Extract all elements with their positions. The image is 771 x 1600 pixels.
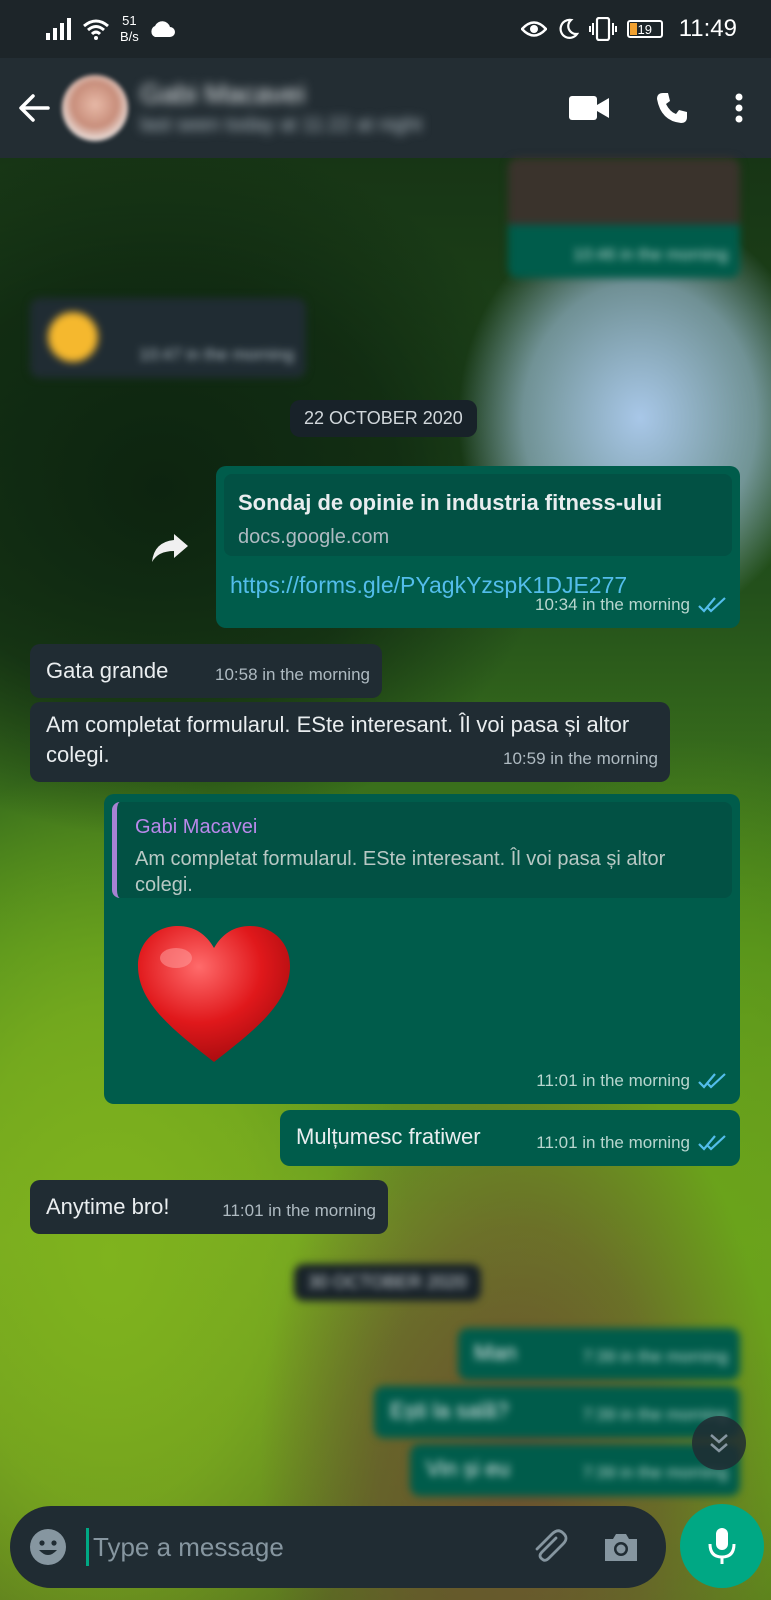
vibrate-icon (588, 17, 617, 41)
microphone-icon (708, 1528, 736, 1564)
outgoing-message[interactable]: Ești la sală? 7:39 in the morning (374, 1386, 740, 1438)
double-chevron-down-icon (710, 1434, 728, 1453)
time-text: 10:58 in the morning (215, 665, 370, 684)
status-bar: 51 B/s 19 11:49 (0, 0, 771, 58)
read-receipt-icon (698, 597, 726, 613)
quoted-message[interactable]: Gabi Macavei Am completat formularul. ES… (112, 802, 732, 898)
outgoing-message[interactable]: Mulțumesc fratiwer 11:01 in the morning (280, 1110, 740, 1166)
message-time: 7:39 in the morning (582, 1342, 728, 1372)
outgoing-reply-message[interactable]: Gabi Macavei Am completat formularul. ES… (104, 794, 740, 1104)
message-time: 10:46 in the morning (573, 240, 728, 270)
message-text: Ești la sală? (390, 1398, 509, 1423)
incoming-message[interactable]: Am completat formularul. ESte interesant… (30, 702, 670, 782)
time-text: 10:34 in the morning (535, 595, 690, 614)
net-speed-unit: B/s (120, 29, 139, 44)
eye-icon (520, 21, 547, 37)
time-text: 11:01 in the morning (536, 1133, 690, 1152)
battery-level: 19 (637, 21, 652, 37)
link-preview-title: Sondaj de opinie in industria fitness-ul… (238, 490, 663, 515)
message-time: 10:59 in the morning (503, 744, 658, 774)
time-text: 11:01 in the morning (222, 1201, 376, 1220)
laughing-emoji-icon (48, 312, 98, 362)
avatar[interactable] (62, 75, 128, 141)
link-preview[interactable]: Sondaj de opinie in industria fitness-ul… (224, 474, 732, 556)
date-chip: 22 OCTOBER 2020 (290, 400, 477, 437)
message-time: 10:34 in the morning (535, 590, 728, 620)
message-time: 10:58 in the morning (215, 660, 370, 690)
last-seen-status: last seen today at 11:22 at night (140, 114, 423, 136)
outgoing-message[interactable]: Vin și eu 7:39 in the morning (410, 1444, 740, 1496)
moon-icon (559, 18, 579, 39)
battery-icon: 19 (626, 20, 663, 38)
time-text: 7:39 in the morning (582, 1347, 728, 1366)
message-input[interactable] (93, 1531, 473, 1563)
time-text: 10:46 in the morning (573, 245, 728, 264)
back-arrow-icon[interactable] (16, 90, 52, 126)
chat-header: Gabi Macavei last seen today at 11:22 at… (0, 58, 771, 158)
attach-icon[interactable] (530, 1528, 568, 1566)
net-speed-value: 51 (122, 13, 137, 28)
read-receipt-icon (698, 1135, 726, 1151)
message-text: Mulțumesc fratiwer (296, 1124, 481, 1149)
date-chip: 30 OCTOBER 2020 (294, 1264, 481, 1301)
quoted-sender: Gabi Macavei (135, 816, 258, 838)
wifi-icon (83, 19, 109, 40)
network-speed: 51 B/s (120, 13, 139, 45)
outgoing-image-message[interactable]: 10:46 in the morning (508, 158, 740, 278)
quoted-text: Am completat formularul. ESte interesant… (135, 848, 666, 896)
signal-icon (46, 18, 71, 40)
heart-emoji-icon (138, 926, 290, 1062)
text-cursor (86, 1528, 89, 1566)
outgoing-link-message[interactable]: Sondaj de opinie in industria fitness-ul… (216, 466, 740, 628)
camera-icon[interactable] (602, 1531, 640, 1563)
message-time: 10:47 in the morning (139, 340, 294, 370)
message-composer (10, 1506, 666, 1588)
message-time: 11:01 in the morning (222, 1196, 376, 1226)
message-text: Anytime bro! (46, 1194, 170, 1219)
time-text: 11:01 in the morning (536, 1071, 690, 1090)
time-text: 10:59 in the morning (503, 749, 658, 768)
clock: 11:49 (678, 15, 737, 42)
incoming-emoji-message[interactable]: 10:47 in the morning (30, 298, 306, 378)
contact-name: Gabi Macavei (140, 79, 306, 109)
message-time: 11:01 in the morning (536, 1128, 728, 1158)
incoming-message[interactable]: Gata grande 10:58 in the morning (30, 644, 382, 698)
link-preview-domain: docs.google.com (238, 526, 390, 548)
voice-message-button[interactable] (680, 1504, 764, 1588)
time-text: 10:47 in the morning (139, 345, 294, 364)
message-text: Vin și eu (426, 1456, 510, 1481)
voice-call-icon[interactable] (655, 91, 689, 125)
cloud-icon (151, 21, 175, 37)
message-text: Gata grande (46, 658, 169, 683)
emoji-icon[interactable] (28, 1527, 68, 1567)
forward-icon[interactable] (150, 532, 190, 569)
video-call-icon[interactable] (569, 96, 609, 120)
outgoing-message[interactable]: Man 7:39 in the morning (458, 1328, 740, 1380)
contact-info[interactable]: Gabi Macavei last seen today at 11:22 at… (140, 79, 422, 137)
read-receipt-icon (698, 1073, 726, 1089)
scroll-to-bottom-button[interactable] (692, 1416, 746, 1470)
more-options-icon[interactable] (735, 93, 743, 123)
message-time: 11:01 in the morning (536, 1066, 728, 1096)
incoming-message[interactable]: Anytime bro! 11:01 in the morning (30, 1180, 388, 1234)
message-text: Man (474, 1340, 517, 1365)
